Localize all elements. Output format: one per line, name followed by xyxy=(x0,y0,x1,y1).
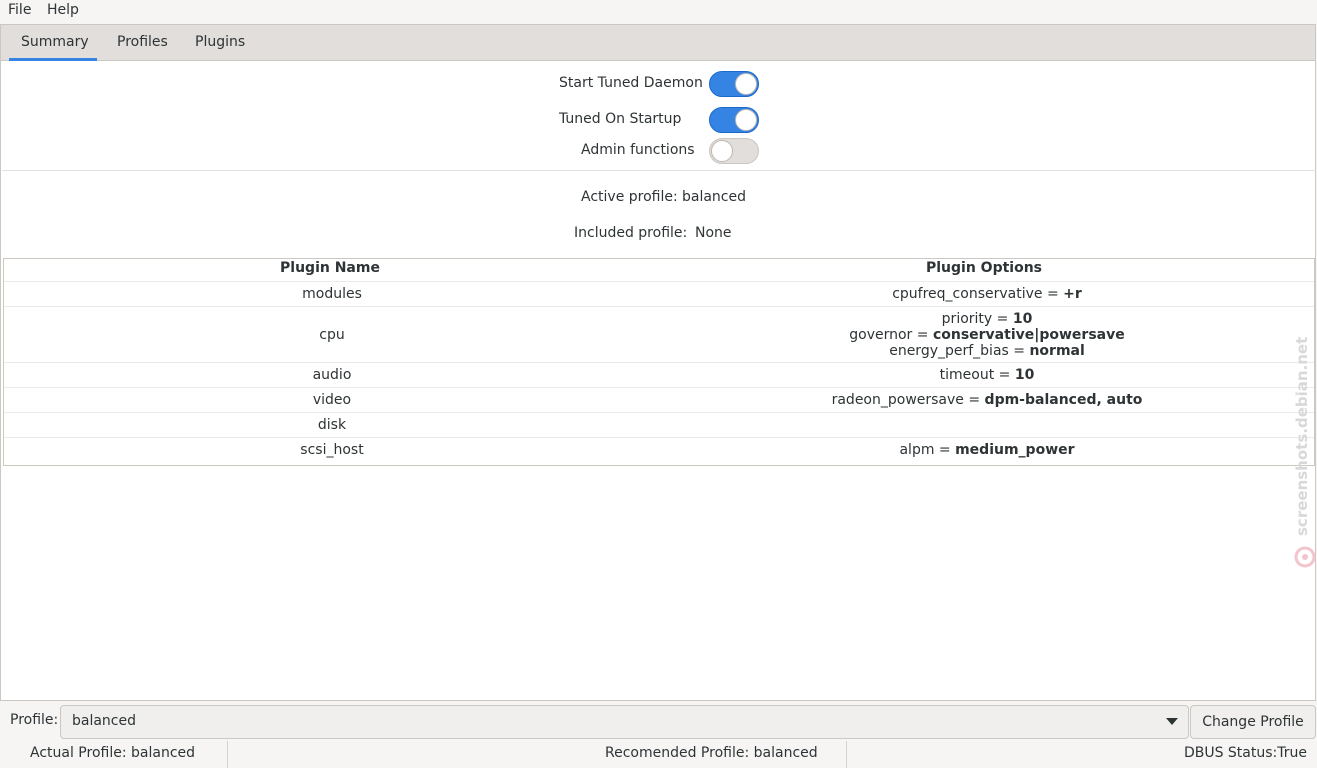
plugin-name-cell: disk xyxy=(317,417,347,433)
included-profile-value: None xyxy=(695,225,732,241)
option-key: alpm = xyxy=(899,442,956,458)
option-key: timeout = xyxy=(939,367,1015,383)
plugin-name-cell: modules xyxy=(302,286,362,302)
option-value: normal xyxy=(1029,342,1085,359)
option-value: medium_power xyxy=(955,442,1075,458)
plugin-table[interactable]: Plugin Name Plugin Options modules cpufre… xyxy=(3,258,1315,466)
option-value: 10 xyxy=(1012,310,1033,327)
watermark-text: screenshots.debian.net xyxy=(1293,337,1311,536)
menu-file[interactable]: File xyxy=(8,2,31,18)
plugin-option: energy_perf_bias = normal xyxy=(889,343,1085,359)
tab-bar: Summary Profiles Plugins xyxy=(0,24,1316,61)
plugin-option: radeon_powersave = dpm-balanced, auto xyxy=(832,392,1143,408)
status-bar: Actual Profile: balanced Recomended Prof… xyxy=(0,741,1317,768)
profile-combo-value: balanced xyxy=(72,713,137,729)
plugin-options-cell xyxy=(660,413,1314,437)
option-key: radeon_powersave = xyxy=(831,392,985,408)
plugin-name-header[interactable]: Plugin Name xyxy=(4,259,656,281)
profile-bar: Profile: balanced Change Profile xyxy=(0,701,1317,741)
status-divider xyxy=(227,741,228,768)
option-value: 10 xyxy=(1014,367,1035,383)
start-daemon-label: Start Tuned Daemon xyxy=(559,75,703,91)
plugin-name-cell: audio xyxy=(312,367,352,383)
option-key: cpufreq_conservative = xyxy=(892,286,1064,302)
tab-plugins[interactable]: Plugins xyxy=(183,25,257,61)
menu-bar: File Help xyxy=(0,0,1317,24)
option-value: +r xyxy=(1063,286,1082,302)
separator xyxy=(2,170,1316,171)
table-row[interactable]: audio timeout = 10 xyxy=(4,362,1314,387)
plugin-option: governor = conservative|powersave xyxy=(849,327,1124,343)
profile-label: Profile: xyxy=(10,712,59,728)
plugin-options-cell: alpm = medium_power xyxy=(660,438,1314,462)
switch-knob xyxy=(735,109,757,131)
plugin-options-cell: priority = 10 governor = conservative|pow… xyxy=(660,307,1314,362)
table-row[interactable]: video radeon_powersave = dpm-balanced, au… xyxy=(4,387,1314,412)
table-row[interactable]: cpu priority = 10 governor = conservative|… xyxy=(4,306,1314,362)
table-row[interactable]: modules cpufreq_conservative = +r xyxy=(4,281,1314,306)
active-profile-value: balanced xyxy=(682,189,747,205)
option-key: energy_perf_bias = xyxy=(889,342,1030,359)
plugin-options-cell: cpufreq_conservative = +r xyxy=(660,282,1314,306)
on-startup-switch[interactable] xyxy=(709,107,759,133)
plugin-option: alpm = medium_power xyxy=(899,442,1074,458)
option-value: dpm-balanced, auto xyxy=(984,392,1143,408)
profile-combo[interactable]: balanced xyxy=(60,705,1189,739)
debian-watermark: screenshots.debian.net xyxy=(1293,337,1316,568)
status-actual-profile: Actual Profile: balanced xyxy=(30,745,196,761)
plugin-option: cpufreq_conservative = +r xyxy=(892,286,1082,302)
plugin-option: priority = 10 xyxy=(942,311,1033,327)
included-profile-label: Included profile: xyxy=(574,225,688,241)
menu-help[interactable]: Help xyxy=(47,2,79,18)
plugin-name-cell: video xyxy=(312,392,352,408)
start-daemon-switch[interactable] xyxy=(709,71,759,97)
admin-functions-label: Admin functions xyxy=(581,142,695,158)
status-divider xyxy=(846,741,847,768)
plugin-name-cell: cpu xyxy=(319,326,345,343)
change-profile-button[interactable]: Change Profile xyxy=(1190,705,1316,739)
table-row[interactable]: scsi_host alpm = medium_power xyxy=(4,437,1314,462)
admin-functions-switch[interactable] xyxy=(709,138,759,164)
tab-summary[interactable]: Summary xyxy=(9,25,97,61)
plugin-options-cell: timeout = 10 xyxy=(660,363,1314,387)
status-recommended-profile: Recomended Profile: balanced xyxy=(605,745,818,761)
plugin-options-header[interactable]: Plugin Options xyxy=(656,259,1312,281)
summary-panel: Start Tuned Daemon Tuned On Startup Admi… xyxy=(0,61,1316,701)
switch-knob xyxy=(711,140,733,162)
plugin-options-cell: radeon_powersave = dpm-balanced, auto xyxy=(660,388,1314,412)
tab-profiles[interactable]: Profiles xyxy=(105,25,180,61)
plugin-option: timeout = 10 xyxy=(940,367,1035,383)
switch-knob xyxy=(735,73,757,95)
on-startup-label: Tuned On Startup xyxy=(559,111,682,127)
active-profile-label: Active profile: xyxy=(581,189,678,205)
dropdown-arrow-icon xyxy=(1166,718,1178,725)
table-row[interactable]: disk xyxy=(4,412,1314,437)
plugin-name-cell: scsi_host xyxy=(300,442,364,458)
option-value: conservative|powersave xyxy=(932,326,1125,343)
status-dbus: DBUS Status:True xyxy=(1183,745,1307,761)
option-key: priority = xyxy=(941,310,1013,327)
option-key: governor = xyxy=(849,326,933,343)
